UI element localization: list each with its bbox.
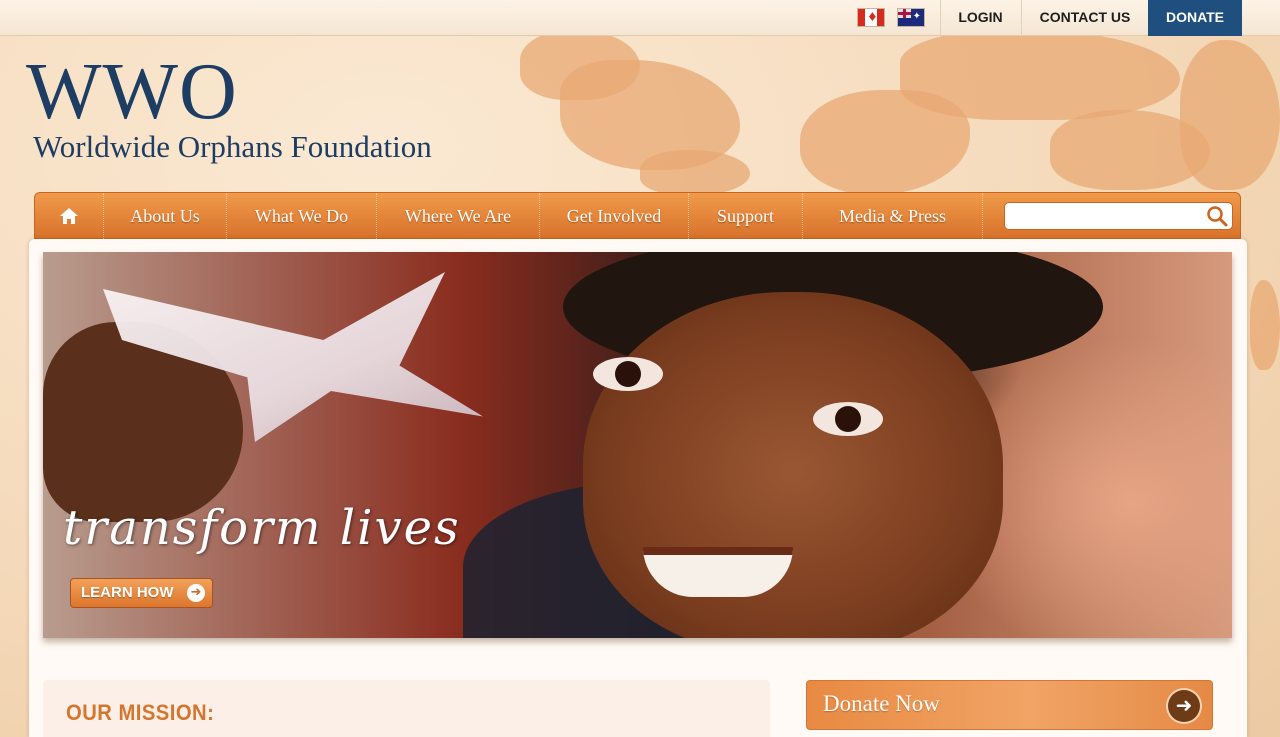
home-button[interactable] bbox=[35, 193, 104, 239]
search-button[interactable] bbox=[1205, 204, 1229, 228]
nav-support[interactable]: Support bbox=[689, 193, 803, 239]
donate-now-label: Donate Now bbox=[823, 691, 940, 716]
australia-flag-icon[interactable] bbox=[897, 8, 925, 27]
arrow-right-circle-icon: ➜ bbox=[1168, 690, 1200, 722]
contact-us-link[interactable]: CONTACT US bbox=[1021, 0, 1148, 36]
donate-now-button[interactable]: Donate Now ➜ bbox=[806, 680, 1213, 730]
nav-about-us[interactable]: About Us bbox=[104, 193, 227, 239]
learn-how-button[interactable]: LEARN HOW ➜ bbox=[70, 578, 213, 608]
donate-button[interactable]: DONATE bbox=[1148, 0, 1242, 36]
hero-banner[interactable]: transform lives LEARN HOW ➜ bbox=[43, 252, 1232, 638]
canada-flag-icon[interactable] bbox=[857, 8, 885, 27]
search-input[interactable] bbox=[1005, 203, 1201, 229]
nav-get-involved[interactable]: Get Involved bbox=[540, 193, 689, 239]
hero-headline: transform lives bbox=[63, 500, 461, 556]
home-icon bbox=[60, 208, 78, 224]
hero-photo-face bbox=[583, 292, 1003, 638]
login-link[interactable]: LOGIN bbox=[940, 0, 1020, 36]
logo-tagline: Worldwide Orphans Foundation bbox=[33, 129, 432, 164]
mission-title: OUR MISSION: bbox=[66, 700, 215, 725]
arrow-right-icon: ➜ bbox=[187, 584, 205, 602]
learn-how-label: LEARN HOW bbox=[81, 584, 174, 601]
search-icon bbox=[1207, 206, 1228, 227]
nav-what-we-do[interactable]: What We Do bbox=[227, 193, 377, 239]
nav-where-we-are[interactable]: Where We Are bbox=[377, 193, 540, 239]
nav-media-press[interactable]: Media & Press bbox=[803, 193, 983, 239]
logo-mark: WWO bbox=[26, 48, 238, 136]
hero-photo-eye bbox=[593, 357, 663, 391]
main-navigation: About Us What We Do Where We Are Get Inv… bbox=[34, 192, 1241, 239]
hero-photo-eye bbox=[813, 402, 883, 436]
mission-section: OUR MISSION: bbox=[43, 680, 770, 737]
search-box bbox=[1004, 202, 1233, 230]
